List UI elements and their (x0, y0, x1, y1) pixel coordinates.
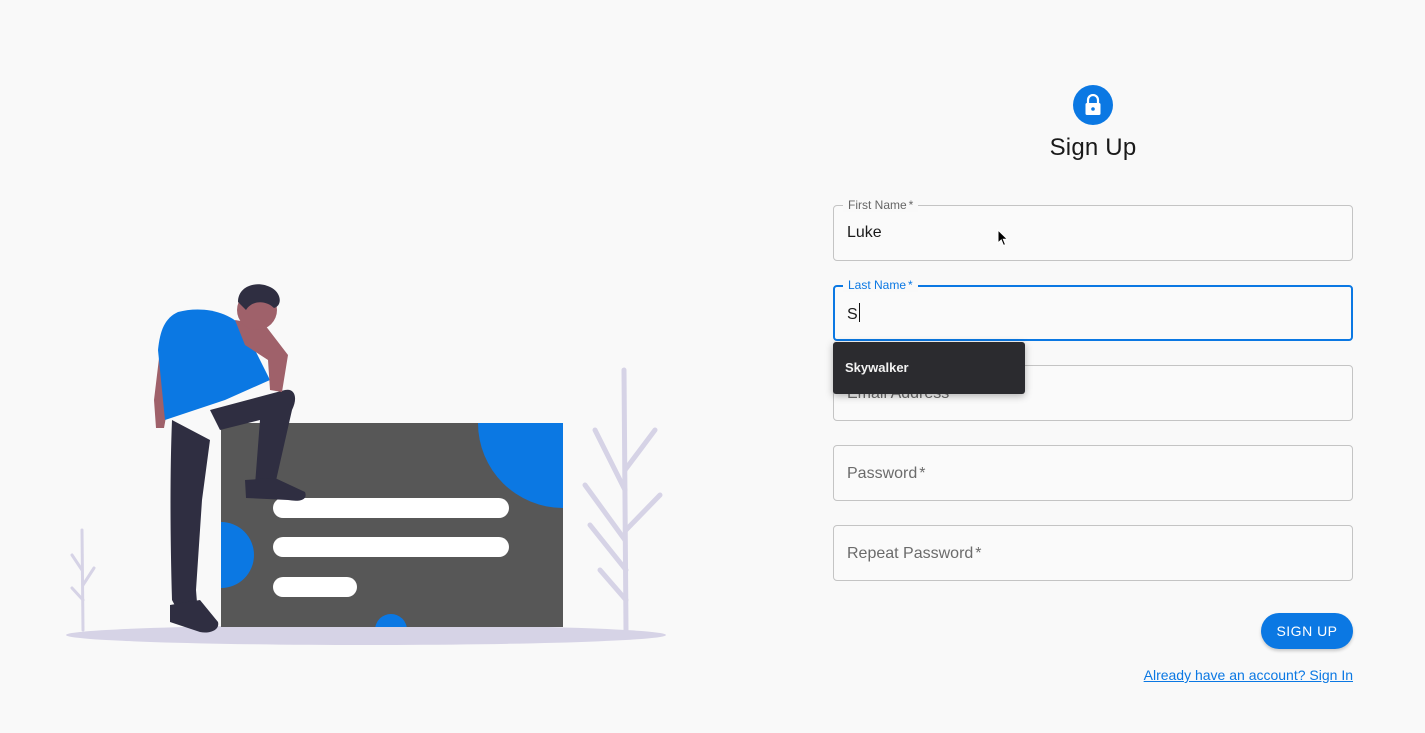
signup-form: Sign Up First Name* Luke Last Name* S Em… (833, 0, 1353, 733)
repeat-password-field[interactable]: Repeat Password * (833, 525, 1353, 581)
mouse-cursor-icon (997, 229, 1009, 247)
text-caret (858, 303, 860, 322)
last-name-value: S (847, 303, 860, 325)
sign-in-link[interactable]: Already have an account? Sign In (1144, 667, 1353, 683)
autocomplete-option[interactable]: Skywalker (845, 360, 909, 375)
first-name-field[interactable]: First Name * Luke (833, 198, 1353, 261)
thinking-person-illustration (66, 284, 666, 645)
autocomplete-dropdown: Skywalker (833, 342, 1025, 394)
signup-page: Sign Up First Name* Luke Last Name* S Em… (0, 0, 1425, 733)
password-label: Password * (847, 465, 926, 482)
first-name-value: Luke (847, 224, 882, 241)
last-name-label: Last Name * (843, 278, 918, 292)
last-name-field[interactable]: Last Name * S (833, 278, 1353, 341)
password-field[interactable]: Password * (833, 445, 1353, 501)
first-name-label: First Name * (843, 198, 919, 212)
lock-icon (1073, 85, 1113, 125)
page-title: Sign Up (1049, 134, 1137, 161)
sign-up-button[interactable]: SIGN UP (1261, 613, 1353, 649)
repeat-password-label: Repeat Password * (847, 545, 982, 562)
